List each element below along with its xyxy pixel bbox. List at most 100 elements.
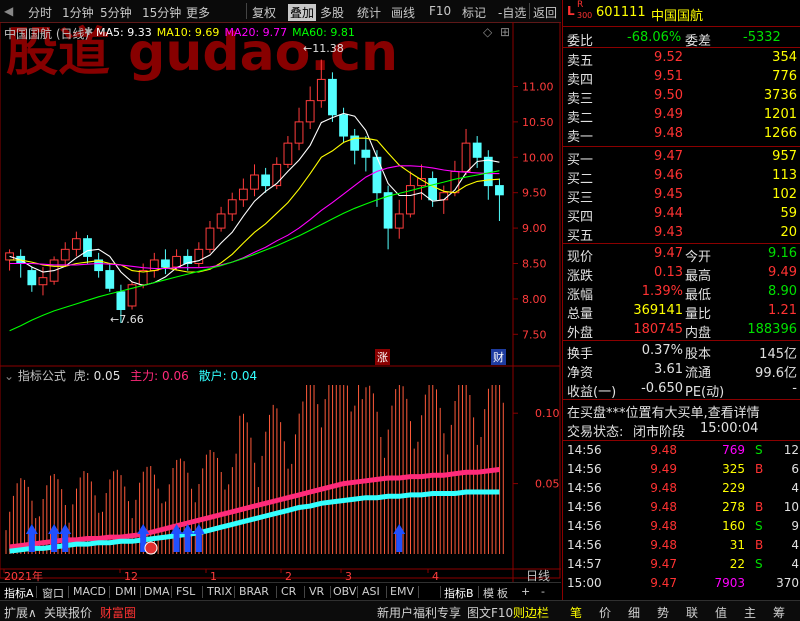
indicator-tab-13[interactable]: 指标B [444, 585, 474, 601]
indicator-tab-7[interactable]: BRAR [239, 585, 269, 598]
status-mid-2[interactable]: 则边栏 [513, 604, 549, 621]
dropdown-icon[interactable]: ⌄ [4, 369, 14, 383]
asks-label: 卖四 [567, 73, 594, 88]
indicator-tab-15[interactable]: 板 [497, 585, 508, 601]
price-tick: 8.50 [522, 257, 547, 270]
diamond-icon[interactable]: ◇ [483, 25, 492, 39]
toolbar-item-7[interactable]: 多股 [320, 4, 344, 21]
indicator-tab-2[interactable]: MACD [73, 585, 106, 598]
price-tick: 11.00 [522, 80, 554, 93]
bids-row[interactable]: 买四 9.44 59 [563, 206, 800, 225]
toolbar-item-12[interactable]: -自选 [498, 4, 526, 21]
hu-label: 虎: [73, 369, 90, 383]
bids-row[interactable]: 买五 9.43 20 [563, 225, 800, 244]
weibi-label: 委比 [567, 34, 594, 49]
asks-label: 卖二 [567, 111, 594, 126]
bids-label: 买五 [567, 229, 594, 244]
indicator-tab-17[interactable]: - [541, 585, 545, 598]
tick-row[interactable]: 14:56 9.48 31 B 4 [563, 538, 800, 557]
toolbar-item-5[interactable]: 复权 [252, 4, 276, 21]
settings-icon[interactable]: ✱ [84, 25, 93, 38]
status-right-6[interactable]: 主 [744, 604, 756, 621]
bids-label: 买四 [567, 210, 594, 225]
indicator-tab-6[interactable]: TRIX [207, 585, 232, 598]
indicator-tab-12[interactable]: EMV [390, 585, 414, 598]
tick-row[interactable]: 14:57 9.47 22 S 4 [563, 557, 800, 576]
notice-box: 在买盘***位置有大买单,查看详情 交易状态: 闭市阶段 15:00:04 [562, 400, 800, 441]
toolbar-item-8[interactable]: 统计 [357, 4, 381, 21]
status-right-3[interactable]: 势 [657, 604, 669, 621]
stat-value: 188396 [747, 322, 797, 337]
bids-label: 买二 [567, 172, 594, 187]
finance-tag[interactable]: 财 [491, 349, 506, 365]
r-icon: R [577, 0, 584, 10]
status-left-1[interactable]: 关联报价 [44, 604, 92, 621]
collapse-icon[interactable]: ◀ [4, 4, 13, 18]
asks-row[interactable]: 卖三 9.50 3736 [563, 88, 800, 107]
indicator-tab-16[interactable]: + [521, 585, 530, 598]
status-right-0[interactable]: 笔 [570, 604, 582, 621]
toolbar-item-0[interactable]: 分时 [28, 4, 52, 21]
indicator-tab-0[interactable]: 指标A [4, 585, 34, 601]
indicator-tab-4[interactable]: DMA [144, 585, 170, 598]
indicator-tab-11[interactable]: ASI [362, 585, 380, 598]
asks-row[interactable]: 卖一 9.48 1266 [563, 126, 800, 145]
bids-price: 9.46 [654, 168, 683, 183]
limit-up-tag[interactable]: 涨 [375, 349, 390, 365]
indicator-title[interactable]: 指标公式 [18, 369, 66, 383]
tick-time: 14:56 [567, 443, 602, 457]
indicator-tick: 0.05 [535, 478, 560, 491]
ma-label-1: MA10: 9.69 [156, 26, 220, 39]
candle [227, 192, 237, 222]
asks-row[interactable]: 卖四 9.51 776 [563, 69, 800, 88]
toolbar-item-1[interactable]: 1分钟 [62, 4, 94, 21]
tick-row[interactable]: 14:56 9.48 229 4 [563, 481, 800, 500]
toolbar-item-2[interactable]: 5分钟 [100, 4, 132, 21]
bids-volume: 102 [772, 187, 797, 202]
bids-row[interactable]: 买二 9.46 113 [563, 168, 800, 187]
toolbar-item-10[interactable]: F10 [429, 4, 451, 18]
date-tick: 4 [432, 570, 439, 582]
kline-chart[interactable]: 股道 gudao.cn 11.0010.5010.009.509.008.508… [0, 22, 561, 582]
tick-row[interactable]: 14:56 9.48 278 B 10 [563, 500, 800, 519]
stat-value: 180745 [633, 322, 683, 337]
big-order-notice[interactable]: 在买盘***位置有大买单,查看详情 [567, 402, 760, 421]
status-right-7[interactable]: 筹 [773, 604, 785, 621]
indicator-tab-3[interactable]: DMI [115, 585, 136, 598]
stock-name[interactable]: 中国国航 [651, 5, 703, 24]
tick-row[interactable]: 14:56 9.48 769 S 12 [563, 443, 800, 462]
status-right-5[interactable]: 值 [715, 604, 727, 621]
indicator-tab-1[interactable]: 窗口 [42, 585, 64, 601]
period-label[interactable]: 日线 [526, 569, 550, 582]
status-right-1[interactable]: 价 [599, 604, 611, 621]
toolbar-item-13[interactable]: 返回 [533, 4, 557, 21]
status-right-4[interactable]: 联 [686, 604, 698, 621]
indicator-tabs: 指标A 窗口 MACD DMI DMA FSL TRIX BRAR CR VR OBV ASI EMV 指… [0, 582, 561, 601]
bids-row[interactable]: 买三 9.45 102 [563, 187, 800, 206]
indicator-tab-8[interactable]: CR [281, 585, 296, 598]
status-mid-0[interactable]: 新用户福利专享 [377, 604, 461, 621]
bids-row[interactable]: 买一 9.47 957 [563, 149, 800, 168]
toolbar-item-3[interactable]: 15分钟 [142, 4, 181, 21]
stock-code[interactable]: 601111 [596, 5, 646, 20]
tick-row[interactable]: 14:56 9.49 325 B 6 [563, 462, 800, 481]
indicator-tab-5[interactable]: FSL [176, 585, 195, 598]
indicator-tab-9[interactable]: VR [309, 585, 324, 598]
status-left-0[interactable]: 扩展∧ [4, 604, 37, 621]
toolbar-item-9[interactable]: 画线 [391, 4, 415, 21]
scale-icon[interactable]: ⊞ [500, 25, 510, 39]
toolbar-item-4[interactable]: 更多 [186, 4, 210, 21]
status-right-2[interactable]: 细 [628, 604, 640, 621]
tick-row[interactable]: 15:00 9.47 7903 370 [563, 576, 800, 595]
indicator-tab-10[interactable]: OBV [333, 585, 356, 598]
status-mid-1[interactable]: 图文F10 [467, 604, 513, 621]
asks-row[interactable]: 卖五 9.52 354 [563, 50, 800, 69]
asks-row[interactable]: 卖二 9.49 1201 [563, 107, 800, 126]
status-left-2[interactable]: 财富圈 [100, 604, 136, 621]
indicator-tab-14[interactable]: 模 [483, 585, 494, 601]
toolbar-item-11[interactable]: 标记 [462, 4, 486, 21]
candle [149, 252, 159, 278]
tick-row[interactable]: 14:56 9.48 160 S 9 [563, 519, 800, 538]
candle [238, 178, 248, 207]
toolbar-item-6[interactable]: 叠加 [288, 4, 317, 21]
